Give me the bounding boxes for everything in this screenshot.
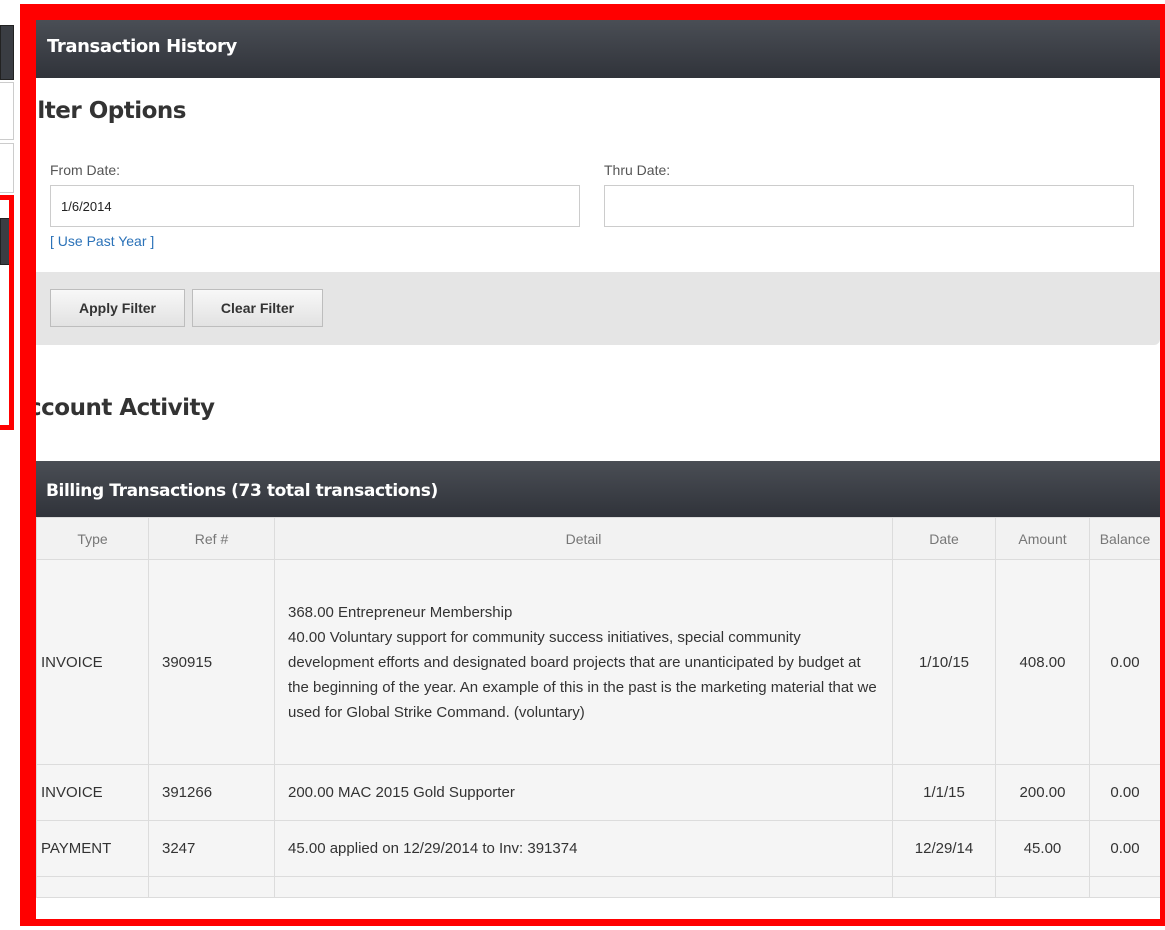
column-header-detail[interactable]: Detail [274,517,893,560]
cell-date: 1/1/15 [892,764,996,821]
cell-balance [1089,876,1160,898]
cell-type: PAYMENT [36,820,149,877]
sidebar-tab[interactable] [0,25,14,80]
detail-line: 45.00 applied on 12/29/2014 to Inv: 3913… [288,840,578,857]
cell-ref: 3247 [148,820,275,877]
filter-button-bar: Apply Filter Clear Filter [36,272,1160,345]
panel-title: Transaction History [36,20,1160,78]
highlight-box [0,195,14,430]
cell-ref [148,876,275,898]
detail-line: 368.00 Entrepreneur Membership [288,603,513,621]
cell-amount: 408.00 [995,559,1090,765]
cell-type: INVOICE [36,764,149,821]
cell-balance: 0.00 [1089,820,1160,877]
cell-type [36,876,149,898]
column-header-type[interactable]: Type [36,517,149,560]
cell-detail: 45.00 applied on 12/29/2014 to Inv: 3913… [274,820,893,877]
cell-balance: 0.00 [1089,559,1160,765]
thru-date-label: Thru Date: [604,162,671,178]
apply-filter-button[interactable]: Apply Filter [50,289,185,327]
filter-options-heading: ilter Options [36,98,186,124]
thru-date-input[interactable] [604,185,1134,227]
table-row: INVOICE 391266 200.00 MAC 2015 Gold Supp… [36,764,1160,821]
cell-amount: 200.00 [995,764,1090,821]
account-activity-heading: ccount Activity [36,395,215,421]
column-header-balance[interactable]: Balance [1089,517,1160,560]
from-date-label: From Date: [50,162,121,178]
from-date-input[interactable] [50,185,580,227]
cell-ref: 391266 [148,764,275,821]
billing-transactions: Billing Transactions (73 total transacti… [36,461,1160,919]
sidebar-tab[interactable] [0,82,14,140]
cell-amount [995,876,1090,898]
billing-table: Type Ref # Detail Date Amount Balance IN… [36,517,1160,898]
clear-filter-button[interactable]: Clear Filter [192,289,323,327]
table-row [36,876,1160,898]
cell-date [892,876,996,898]
cell-detail [274,876,893,898]
cell-balance: 0.00 [1089,764,1160,821]
table-header-row: Type Ref # Detail Date Amount Balance [36,517,1160,560]
use-past-year-link[interactable]: [ Use Past Year ] [50,233,154,249]
cell-detail: 200.00 MAC 2015 Gold Supporter [274,764,893,821]
sidebar-tab[interactable] [0,143,14,193]
transaction-history-panel: Transaction History ilter Options From D… [36,20,1160,919]
table-row: INVOICE 390915 368.00 Entrepreneur Membe… [36,559,1160,765]
detail-line: 200.00 MAC 2015 Gold Supporter [288,784,515,801]
column-header-amount[interactable]: Amount [995,517,1090,560]
cell-amount: 45.00 [995,820,1090,877]
column-header-ref[interactable]: Ref # [148,517,275,560]
cell-detail: 368.00 Entrepreneur Membership 40.00 Vol… [274,559,893,765]
cell-type: INVOICE [36,559,149,765]
cell-ref: 390915 [148,559,275,765]
column-header-date[interactable]: Date [892,517,996,560]
table-row: PAYMENT 3247 45.00 applied on 12/29/2014… [36,820,1160,877]
cell-date: 1/10/15 [892,559,996,765]
detail-line: 40.00 Voluntary support for community su… [288,628,877,721]
cell-date: 12/29/14 [892,820,996,877]
billing-table-title: Billing Transactions (73 total transacti… [36,461,1160,517]
highlight-frame-right [1160,4,1165,926]
